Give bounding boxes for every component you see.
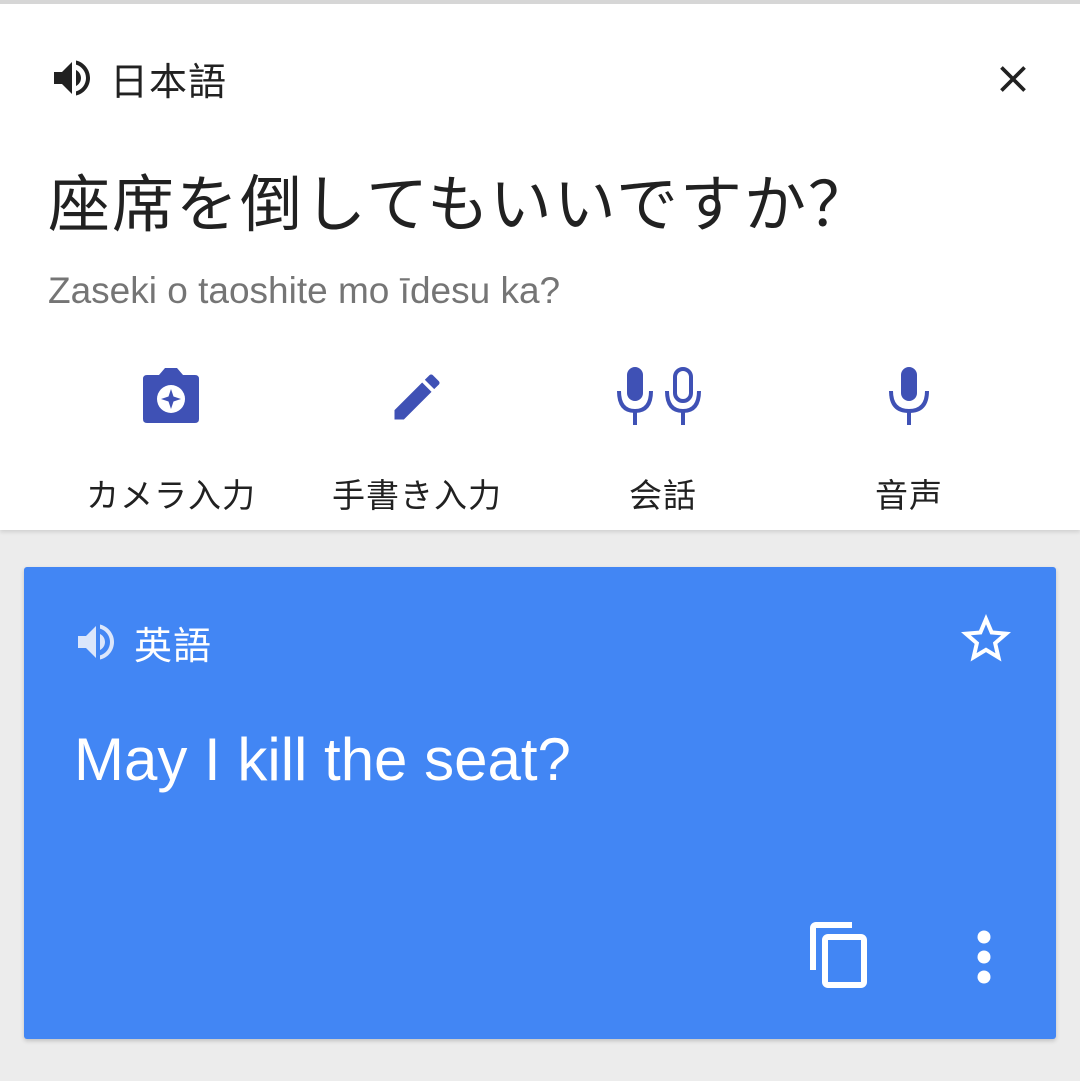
star-outline-icon	[961, 614, 1011, 662]
conversation-mic-icon	[617, 367, 701, 425]
voice-input-button[interactable]: 音声	[786, 359, 1032, 519]
voice-input-label: 音声	[875, 476, 943, 515]
camera-input-button[interactable]: カメラ入力	[48, 359, 294, 519]
handwriting-input-label: 手書き入力	[332, 476, 502, 515]
camera-input-label: カメラ入力	[86, 476, 256, 515]
conversation-button[interactable]: 会話	[540, 359, 786, 519]
save-star-button[interactable]	[956, 609, 1016, 669]
source-language-row: 日本語	[48, 52, 227, 104]
more-vert-icon	[977, 930, 991, 984]
source-text[interactable]: 座席を倒してもいいですか？	[48, 154, 872, 244]
handwriting-input-button[interactable]: 手書き入力	[294, 359, 540, 519]
more-options-button[interactable]	[960, 925, 1008, 989]
camera-icon	[143, 368, 199, 423]
target-language-label: 英語	[134, 623, 213, 668]
translated-text[interactable]: May I kill the seat?	[74, 725, 571, 794]
translate-app: 日本語 座席を倒してもいいですか？ Zaseki o taoshite mo ī…	[0, 0, 1080, 1081]
pen-icon	[394, 374, 440, 420]
target-language-row: 英語	[72, 617, 213, 668]
source-language-label: 日本語	[110, 59, 228, 104]
conversation-label: 会話	[629, 476, 697, 515]
volume-up-icon[interactable]	[72, 618, 120, 666]
input-tools: カメラ入力 手書き入力 会話 音声	[48, 359, 1032, 519]
volume-up-icon[interactable]	[48, 54, 96, 102]
close-button[interactable]	[990, 56, 1036, 102]
translation-card: 英語 May I kill the seat?	[24, 567, 1056, 1039]
close-icon	[1000, 66, 1026, 92]
copy-button[interactable]	[804, 917, 876, 993]
source-transliteration: Zaseki o taoshite mo īdesu ka?	[48, 270, 561, 311]
mic-icon	[889, 367, 929, 425]
copy-icon	[810, 922, 867, 988]
source-card: 日本語 座席を倒してもいいですか？ Zaseki o taoshite mo ī…	[0, 0, 1080, 530]
